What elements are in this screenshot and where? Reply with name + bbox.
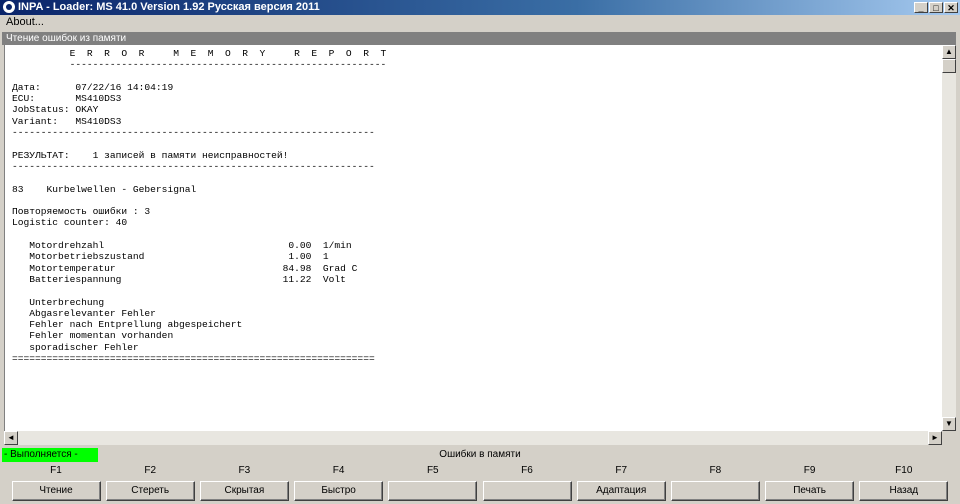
function-key-f2: F2 bbox=[144, 465, 157, 476]
button-f1[interactable]: Чтение bbox=[11, 481, 101, 501]
function-key-f9: F9 bbox=[803, 465, 816, 476]
error-memory-report: E R R O R M E M O R Y R E P O R T ------… bbox=[12, 48, 387, 365]
minimize-button[interactable]: _ bbox=[914, 2, 928, 13]
button-f10[interactable]: Назад bbox=[859, 481, 949, 501]
menu-bar: About... bbox=[0, 15, 960, 30]
button-f4[interactable]: Быстро bbox=[294, 481, 384, 501]
subwindow-title: Чтение ошибок из памяти bbox=[6, 33, 127, 44]
window-title: INPA - Loader: MS 41.0 Version 1.92 Русс… bbox=[18, 1, 320, 13]
button-f7[interactable]: Адаптация bbox=[576, 481, 666, 501]
button-f6[interactable] bbox=[482, 481, 572, 501]
close-button[interactable]: ✕ bbox=[944, 2, 958, 13]
report-panel: E R R O R M E M O R Y R E P O R T ------… bbox=[4, 45, 943, 431]
status-bar: - Выполняется - Ошибки в памяти bbox=[0, 448, 960, 462]
scroll-up-button[interactable]: ▲ bbox=[942, 45, 956, 59]
horizontal-scrollbar[interactable]: ◄ ► bbox=[4, 431, 942, 445]
button-f3[interactable]: Скрытая bbox=[199, 481, 289, 501]
scroll-thumb[interactable] bbox=[942, 59, 956, 73]
button-f2[interactable]: Стереть bbox=[105, 481, 195, 501]
title-bar: INPA - Loader: MS 41.0 Version 1.92 Русс… bbox=[0, 0, 960, 15]
maximize-button[interactable]: □ bbox=[929, 2, 943, 13]
scroll-down-button[interactable]: ▼ bbox=[942, 417, 956, 431]
function-key-f7: F7 bbox=[615, 465, 628, 476]
button-f9[interactable]: Печать bbox=[765, 481, 855, 501]
subwindow-title-bar: Чтение ошибок из памяти bbox=[2, 32, 956, 45]
status-title: Ошибки в памяти bbox=[439, 449, 521, 460]
function-key-f3: F3 bbox=[238, 465, 251, 476]
scroll-right-button[interactable]: ► bbox=[928, 431, 942, 445]
function-key-f4: F4 bbox=[332, 465, 345, 476]
menu-item-about[interactable]: About... bbox=[6, 15, 44, 30]
function-key-f6: F6 bbox=[521, 465, 533, 476]
vertical-scrollbar[interactable]: ▲ ▼ bbox=[942, 45, 956, 431]
function-key-f10: F10 bbox=[895, 465, 913, 476]
function-key-labels: F1 F2 F3 F4 F5 F6 F7 F8 F9 F10 bbox=[0, 465, 960, 477]
function-key-f1: F1 bbox=[50, 465, 62, 476]
scroll-left-button[interactable]: ◄ bbox=[4, 431, 18, 445]
function-buttons: Чтение Стереть Скрытая Быстро Адаптация Печат… bbox=[0, 481, 960, 501]
function-key-f5: F5 bbox=[426, 465, 439, 476]
function-key-f8: F8 bbox=[709, 465, 722, 476]
button-f8[interactable] bbox=[670, 481, 760, 501]
button-f5[interactable] bbox=[388, 481, 478, 501]
app-icon bbox=[3, 1, 15, 13]
